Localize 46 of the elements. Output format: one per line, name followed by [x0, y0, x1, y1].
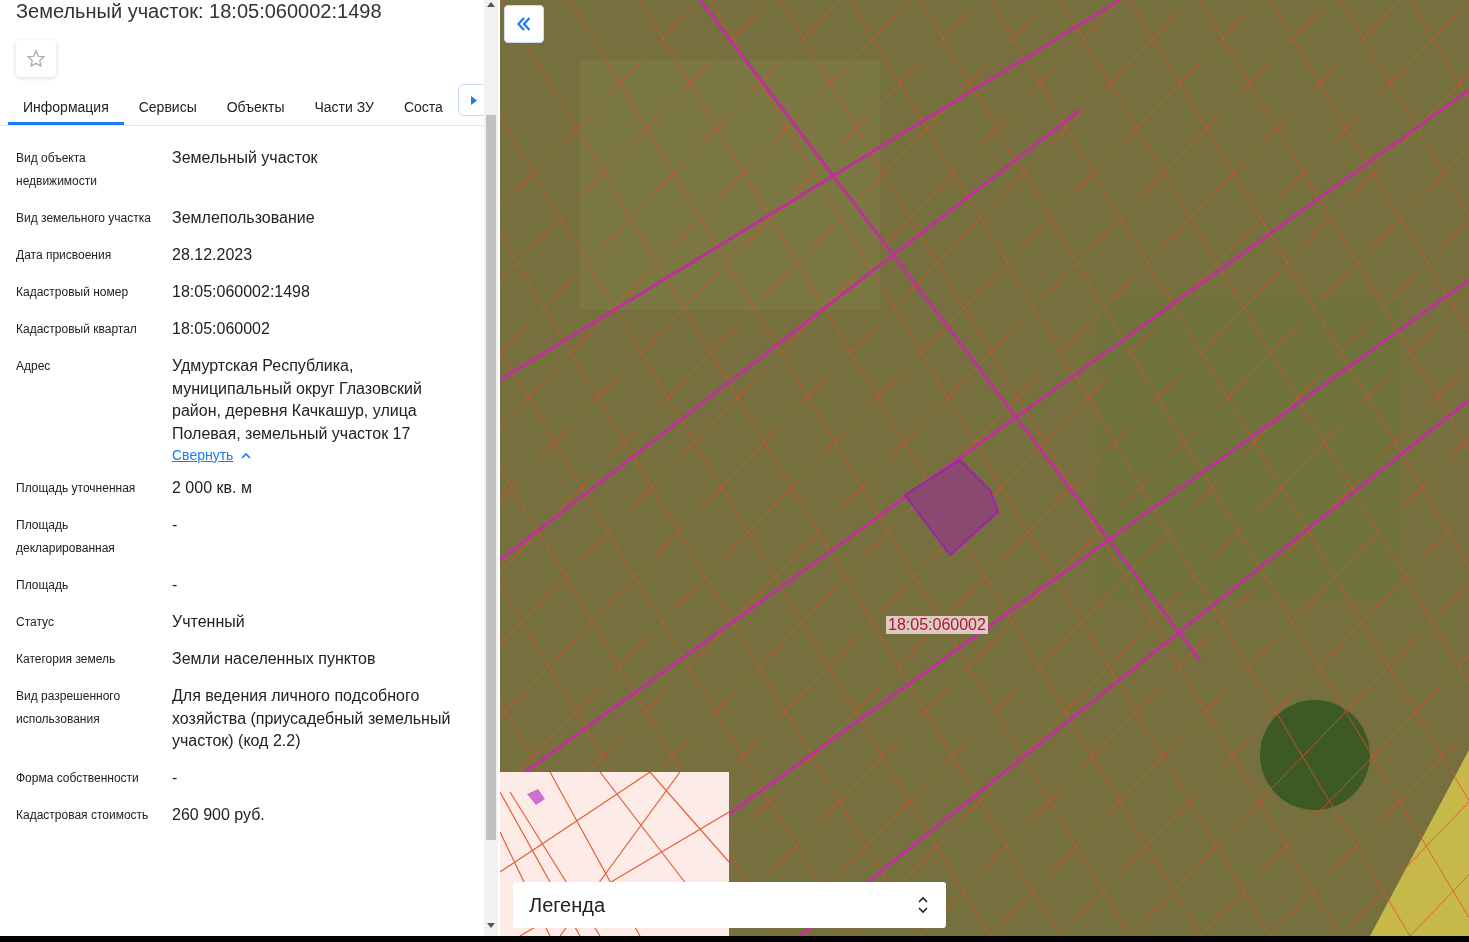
field-label: Площадь декларированная — [16, 517, 116, 557]
field-label: Площадь уточненная — [16, 480, 137, 497]
parcel-title: Земельный участок: 18:05:060002:1498 — [15, 0, 383, 22]
field-label: Вид разрешенного использования — [16, 688, 122, 728]
field-value: 2 000 кв. м — [172, 478, 253, 498]
field-label: Дата присвоения — [16, 247, 113, 264]
collapse-link[interactable]: Свернуть — [172, 447, 234, 463]
double-chevron-left-icon — [517, 17, 531, 31]
field-label: Форма собственности — [16, 769, 140, 787]
field-label: Адрес — [16, 358, 52, 375]
field-value: - — [172, 767, 179, 788]
up-down-chevron-icon — [918, 895, 928, 915]
tab[interactable]: Соста — [388, 91, 458, 125]
field-value: Удмуртская Республика, муниципальный округ Глазовский район, деревня Качкашур, улица Полевая, земельный участок 17 — [172, 356, 423, 444]
collapse-panel-button[interactable] — [504, 5, 544, 43]
field-label: Кадастровый номер — [16, 284, 130, 301]
field-value: 28.12.2023 — [172, 245, 254, 265]
field-value: - — [172, 575, 179, 595]
legend-dropdown[interactable]: Легенда — [513, 882, 946, 928]
field-value: - — [172, 515, 179, 535]
tab[interactable]: Информация — [8, 91, 124, 125]
chevron-up-icon — [241, 451, 252, 459]
field-value: 260 900 руб. — [172, 804, 266, 825]
field-value: Земельный участок — [172, 148, 319, 168]
quarter-label: 18:05:060002 — [886, 616, 988, 634]
scroll-tabs-button[interactable] — [457, 84, 484, 116]
field-label: Кадастровая стоимость — [16, 806, 150, 824]
triangle-right-icon — [470, 95, 477, 105]
field-label: Категория земель — [16, 651, 117, 668]
field-label: Вид объекта недвижимости — [16, 150, 98, 190]
tab[interactable]: Объекты — [211, 91, 300, 125]
field-value: Земли населенных пунктов — [172, 649, 377, 669]
star-icon — [26, 48, 46, 69]
field-value: 18:05:060002:1498 — [172, 282, 311, 302]
tab[interactable]: Сервисы — [123, 91, 212, 125]
field-value: Землепользование — [172, 208, 316, 228]
field-label: Кадастровый квартал — [16, 321, 138, 338]
scrollbar[interactable] — [484, 0, 498, 936]
field-value: Учтенный — [172, 612, 246, 632]
field-value: 18:05:060002 — [172, 319, 271, 339]
field-label: Статус — [16, 614, 55, 631]
favorite-button[interactable] — [16, 40, 56, 77]
field-value: Для ведения личного подсобного хозяйства (приусадебный земельный участок) (код 2.2) — [172, 686, 452, 751]
field-label: Площадь — [16, 577, 70, 594]
tab[interactable]: Части ЗУ — [299, 91, 389, 125]
field-label: Вид земельного участка — [16, 210, 152, 227]
